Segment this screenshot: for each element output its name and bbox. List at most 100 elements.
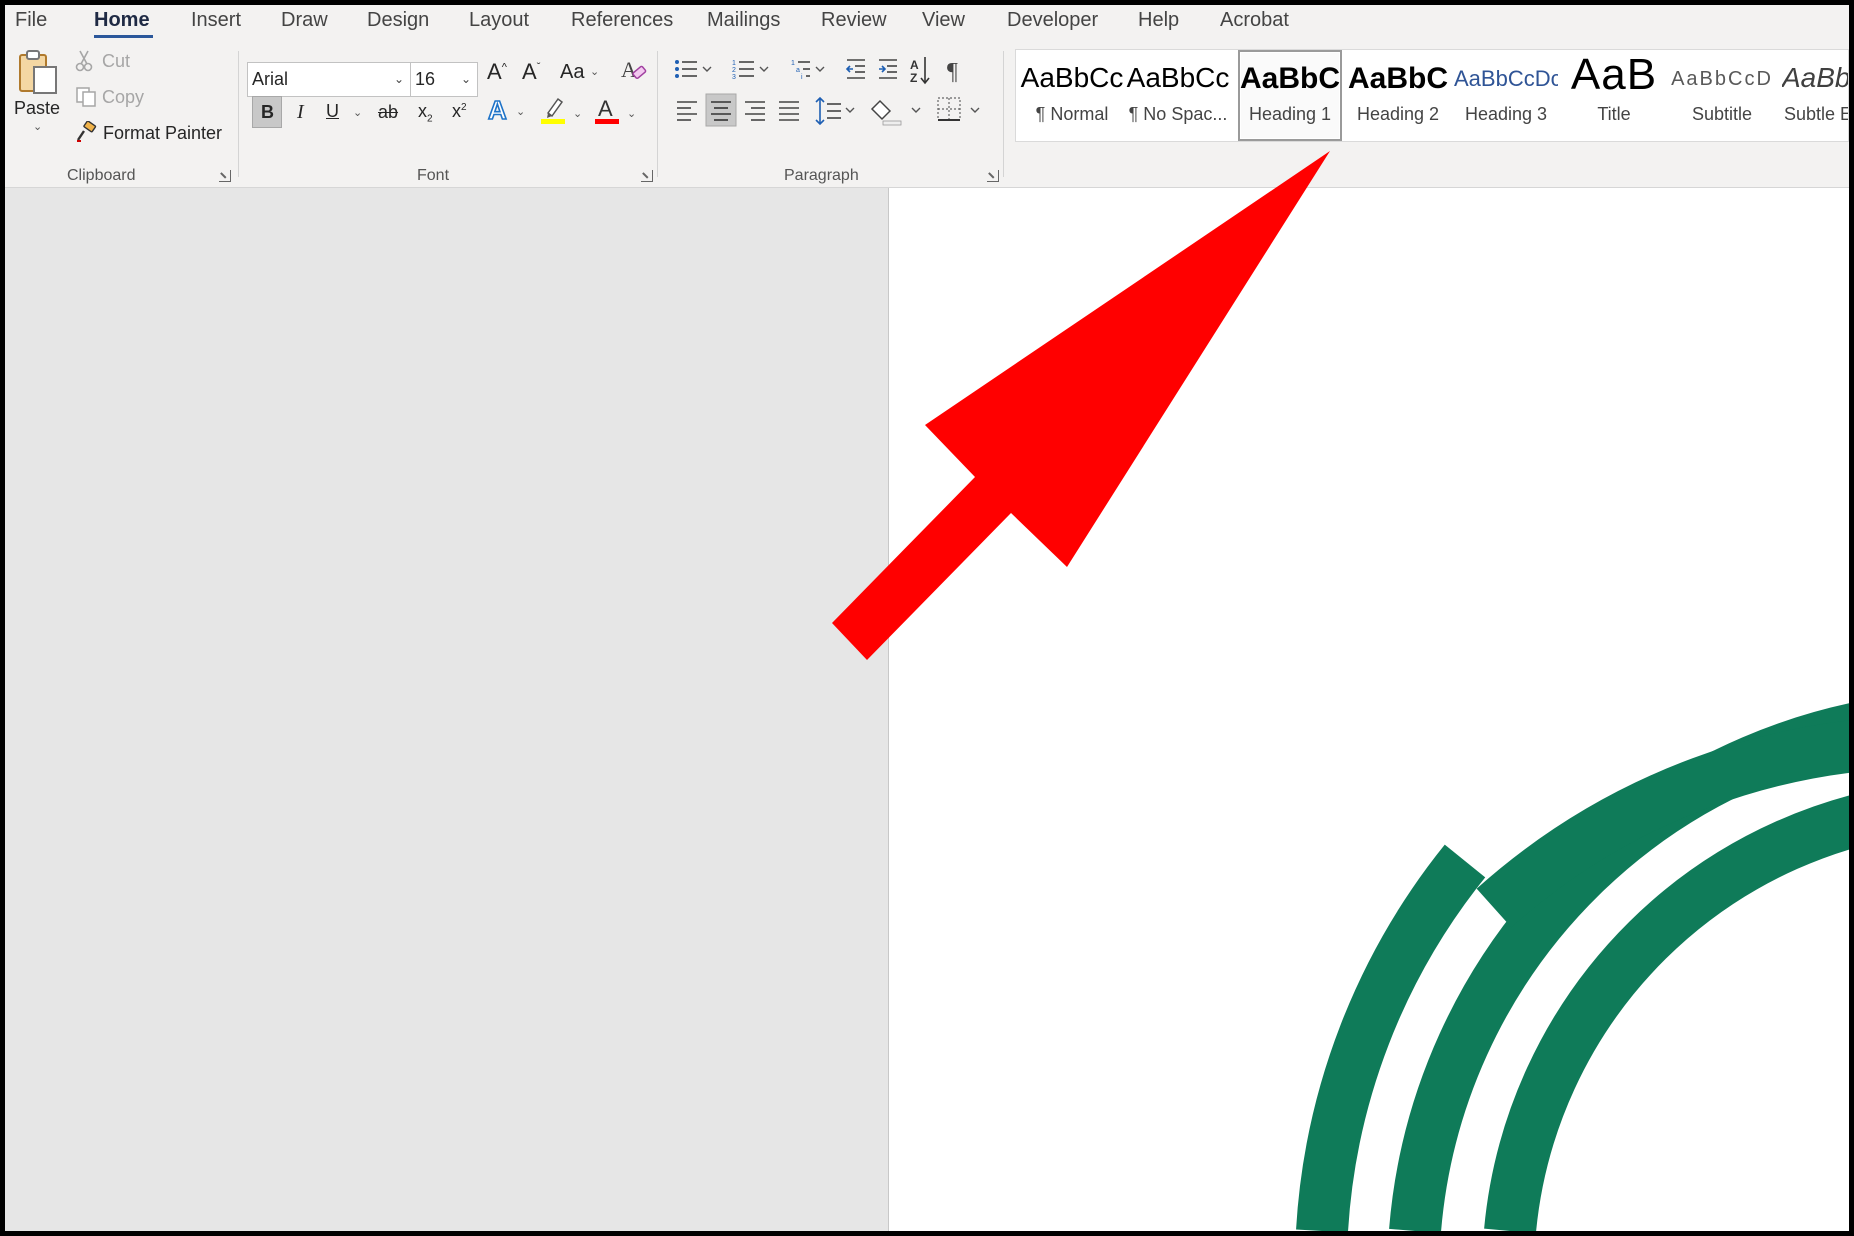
clear-formatting-button[interactable]: A bbox=[619, 55, 649, 85]
tab-insert[interactable]: Insert bbox=[191, 9, 241, 32]
style-preview: AaBbCc bbox=[1020, 62, 1124, 93]
tab-mailings[interactable]: Mailings bbox=[707, 9, 780, 32]
align-left-icon[interactable] bbox=[677, 101, 697, 121]
svg-text:A: A bbox=[598, 96, 613, 121]
tab-developer[interactable]: Developer bbox=[1007, 9, 1098, 32]
chevron-down-icon: ⌄ bbox=[590, 66, 600, 78]
format-painter-label: Format Painter bbox=[103, 123, 223, 143]
paragraph-dialog-launcher-icon[interactable] bbox=[987, 170, 999, 182]
tab-file[interactable]: File bbox=[15, 9, 47, 32]
style-normal[interactable]: AaBbCc ¶ Normal bbox=[1020, 50, 1124, 141]
style-preview: AaBbCc bbox=[1126, 62, 1230, 93]
style-preview: AaBbCcDc bbox=[1454, 66, 1558, 91]
style-preview: AaB bbox=[1570, 50, 1658, 99]
multilevel-list-icon[interactable]: 1ai bbox=[791, 60, 825, 81]
group-separator bbox=[1003, 51, 1004, 177]
chevron-down-icon: ⌄ bbox=[516, 106, 526, 118]
show-formatting-marks-icon[interactable]: ¶ bbox=[947, 59, 958, 85]
paste-label: Paste bbox=[14, 98, 61, 118]
tab-layout[interactable]: Layout bbox=[469, 9, 529, 32]
paste-button[interactable]: Paste ⌄ bbox=[11, 47, 63, 133]
document-page[interactable] bbox=[889, 188, 1849, 1231]
tab-view[interactable]: View bbox=[922, 9, 965, 32]
increase-indent-icon[interactable] bbox=[879, 59, 897, 79]
svg-text:1: 1 bbox=[732, 60, 736, 67]
group-separator bbox=[657, 51, 658, 177]
font-dialog-launcher-icon[interactable] bbox=[641, 170, 653, 182]
shrink-font-button[interactable]: Aˇ bbox=[520, 57, 546, 87]
highlight-button[interactable]: ⌄ bbox=[536, 93, 584, 129]
style-subtitle[interactable]: AaBbCcD Subtitle bbox=[1670, 50, 1774, 141]
style-name: Subtle Em bbox=[1784, 104, 1848, 124]
tab-references[interactable]: References bbox=[571, 9, 673, 32]
style-heading-1[interactable]: AaBbC Heading 1 bbox=[1238, 50, 1342, 141]
tab-review[interactable]: Review bbox=[821, 9, 887, 32]
grow-font-button[interactable]: A^ bbox=[485, 57, 511, 87]
svg-text:Z: Z bbox=[910, 71, 917, 85]
bold-button[interactable]: B bbox=[252, 96, 282, 128]
format-painter-button[interactable]: Format Painter bbox=[73, 119, 223, 147]
paragraph-group-label: Paragraph bbox=[784, 167, 859, 184]
chevron-down-icon: ⌄ bbox=[460, 72, 471, 86]
style-preview: AaBbC bbox=[1240, 62, 1340, 95]
style-name: Heading 3 bbox=[1464, 104, 1548, 124]
cut-button[interactable]: Cut bbox=[73, 47, 143, 75]
font-size-box[interactable]: 16 ⌄ bbox=[410, 62, 478, 97]
style-heading-2[interactable]: AaBbC Heading 2 bbox=[1346, 50, 1450, 141]
style-name: ¶ Normal bbox=[1035, 104, 1109, 124]
align-center-button[interactable] bbox=[705, 93, 737, 127]
numbering-icon[interactable]: 123 bbox=[732, 60, 769, 81]
borders-icon[interactable] bbox=[937, 97, 980, 121]
decrease-indent-icon[interactable] bbox=[845, 59, 865, 79]
style-heading-3[interactable]: AaBbCcDc Heading 3 bbox=[1454, 50, 1558, 141]
paintbrush-icon bbox=[77, 121, 97, 142]
bold-icon: B bbox=[261, 102, 274, 122]
ribbon: Paste ⌄ Cut Copy Format Painter Clipboar… bbox=[5, 43, 1849, 188]
font-color-button[interactable]: A ⌄ bbox=[590, 93, 638, 129]
tab-home[interactable]: Home bbox=[94, 9, 150, 32]
underline-button[interactable]: U ⌄ bbox=[320, 96, 366, 128]
tab-draw[interactable]: Draw bbox=[281, 9, 328, 32]
svg-text:A: A bbox=[621, 57, 637, 82]
superscript-button[interactable]: x2 bbox=[447, 96, 477, 128]
bullets-icon[interactable] bbox=[675, 60, 712, 78]
strikethrough-button[interactable]: ab bbox=[374, 96, 404, 128]
font-color-swatch bbox=[595, 119, 619, 124]
svg-text:2: 2 bbox=[732, 67, 736, 74]
style-preview: AaBbC bbox=[1782, 62, 1849, 93]
text-effects-button[interactable]: A ⌄ bbox=[483, 93, 529, 127]
shading-icon[interactable] bbox=[870, 99, 921, 126]
change-case-button[interactable]: Aa ⌄ bbox=[558, 57, 602, 87]
align-right-icon[interactable] bbox=[745, 101, 765, 121]
chevron-down-icon: ⌄ bbox=[627, 108, 637, 120]
highlighter-icon bbox=[541, 97, 565, 124]
svg-text:3: 3 bbox=[732, 74, 736, 81]
subscript-icon: x2 bbox=[418, 101, 433, 125]
style-name: Subtitle bbox=[1691, 104, 1753, 124]
change-case-label: Aa bbox=[560, 61, 585, 83]
tab-design[interactable]: Design bbox=[367, 9, 429, 32]
subscript-button[interactable]: x2 bbox=[413, 96, 443, 128]
style-title[interactable]: AaB Title bbox=[1562, 50, 1666, 141]
copy-label: Copy bbox=[102, 87, 145, 107]
chevron-down-icon: ⌄ bbox=[353, 107, 363, 119]
italic-icon: I bbox=[297, 101, 304, 123]
grow-font-icon: A^ bbox=[487, 59, 507, 84]
style-subtle-emphasis[interactable]: AaBbC Subtle Em bbox=[1778, 50, 1849, 141]
svg-text:i: i bbox=[801, 74, 803, 81]
text-effects-icon: A bbox=[487, 97, 508, 123]
italic-button[interactable]: I bbox=[288, 96, 314, 128]
font-name-box[interactable]: Arial ⌄ bbox=[247, 62, 411, 97]
tab-acrobat[interactable]: Acrobat bbox=[1220, 9, 1289, 32]
clipboard-dialog-launcher-icon[interactable] bbox=[219, 170, 231, 182]
tab-help[interactable]: Help bbox=[1138, 9, 1179, 32]
cut-label: Cut bbox=[102, 51, 131, 71]
copy-button[interactable]: Copy bbox=[73, 83, 153, 111]
group-separator bbox=[238, 51, 239, 177]
line-spacing-icon[interactable] bbox=[815, 96, 855, 126]
paste-icon bbox=[19, 50, 57, 94]
style-no-spacing[interactable]: AaBbCc ¶ No Spac... bbox=[1126, 50, 1230, 141]
sort-icon[interactable]: AZ bbox=[910, 57, 930, 85]
justify-icon[interactable] bbox=[779, 101, 799, 121]
clipboard-group-label: Clipboard bbox=[67, 167, 136, 184]
